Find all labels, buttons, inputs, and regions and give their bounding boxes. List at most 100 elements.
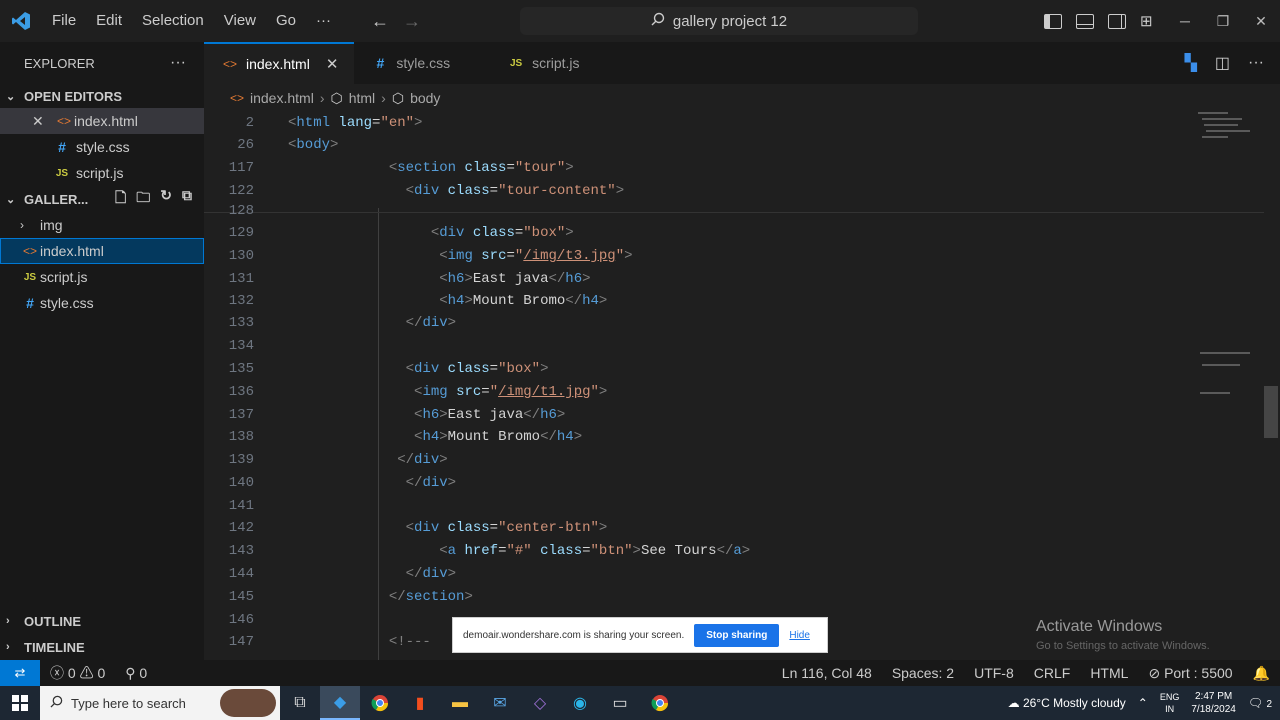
breadcrumb-file[interactable]: index.html	[250, 90, 314, 106]
js-file-icon: JS	[55, 167, 69, 179]
outline-header[interactable]: › OUTLINE	[0, 608, 204, 634]
code-line: 138 <h4>Mount Bromo</h4>	[228, 429, 583, 445]
menu-edit[interactable]: Edit	[86, 0, 132, 42]
problems-indicator[interactable]: ⓧ 0 ⚠ 0	[40, 663, 115, 683]
css-file-icon: #	[58, 139, 66, 155]
open-editors-header[interactable]: ⌄ OPEN EDITORS	[0, 84, 204, 108]
open-editor-item-style[interactable]: # style.css	[0, 134, 204, 160]
open-editor-item-index[interactable]: ✕ <> index.html	[0, 108, 204, 134]
code-line: 142 <div class="center-btn">	[228, 520, 608, 536]
tree-item-img[interactable]: › img	[0, 212, 204, 238]
broadcast-icon: ⊘	[1148, 664, 1161, 681]
search-icon	[50, 695, 63, 711]
css-file-icon: #	[376, 55, 385, 71]
tab-index-html[interactable]: <> index.html ✕	[204, 42, 355, 84]
taskbar-figma-icon[interactable]: ▮	[400, 686, 440, 720]
split-editor-icon[interactable]: ◫	[1215, 53, 1230, 73]
line-endings[interactable]: CRLF	[1024, 665, 1081, 681]
collapse-all-icon[interactable]: ⧉	[182, 187, 192, 211]
encoding[interactable]: UTF-8	[964, 665, 1024, 681]
more-actions-icon[interactable]: ···	[1248, 54, 1264, 72]
tree-item-index-html[interactable]: <> index.html	[0, 238, 204, 264]
tree-item-label: style.css	[40, 295, 94, 311]
html-file-icon: <>	[56, 114, 71, 128]
toggle-panel-icon[interactable]	[1076, 13, 1094, 29]
live-server-port[interactable]: ⊘ Port : 5500	[1138, 665, 1242, 682]
taskbar-vscode-icon[interactable]: ◆	[320, 686, 360, 720]
taskbar-explorer-icon[interactable]: ▬	[440, 686, 480, 720]
code-line: 2 <html lang="en">	[245, 115, 423, 131]
code-line: 26 <body>	[237, 137, 339, 153]
code-line: 130 <img src="/img/t3.jpg">	[228, 248, 633, 264]
toggle-secondary-sidebar-icon[interactable]	[1108, 13, 1126, 29]
code-line: 136 <img src="/img/t1.jpg">	[228, 384, 608, 400]
live-share-icon[interactable]: ▚	[1185, 53, 1197, 73]
taskbar-search[interactable]: Type here to search	[40, 686, 280, 720]
indentation[interactable]: Spaces: 2	[882, 665, 964, 681]
status-bar: ⇄ ⓧ 0 ⚠ 0 ⚲ 0 Ln 116, Col 48 Spaces: 2 U…	[0, 660, 1280, 686]
outline-label: OUTLINE	[24, 613, 82, 629]
timeline-header[interactable]: › TIMELINE	[0, 634, 204, 660]
taskbar-terminal-icon[interactable]: ▭	[600, 686, 640, 720]
restore-icon[interactable]: ❐	[1204, 13, 1242, 30]
notifications-bell-icon[interactable]: 🔔	[1243, 665, 1280, 682]
menu-more[interactable]: ···	[306, 0, 341, 42]
code-line: 144 </div>	[228, 566, 457, 582]
windows-start-icon[interactable]	[0, 695, 40, 711]
open-editors-label: OPEN EDITORS	[24, 88, 123, 104]
ports-indicator[interactable]: ⚲ 0	[115, 665, 157, 682]
taskbar-chrome-icon[interactable]	[360, 686, 400, 720]
scrollbar-thumb[interactable]	[1264, 386, 1278, 438]
close-window-icon[interactable]: ✕	[1242, 13, 1280, 30]
cursor-position[interactable]: Ln 116, Col 48	[772, 665, 882, 681]
new-file-icon[interactable]: 🗋	[115, 187, 126, 211]
notification-center-icon[interactable]: 🗨 2	[1248, 696, 1272, 710]
menu-view[interactable]: View	[214, 0, 266, 42]
close-icon[interactable]: ✕	[32, 113, 44, 130]
tab-script-js[interactable]: JS script.js	[490, 42, 596, 84]
breadcrumb-html[interactable]: html	[349, 90, 375, 106]
menu-selection[interactable]: Selection	[132, 0, 214, 42]
folder-header[interactable]: ⌄ GALLER... 🗋 🗀 ↻ ⧉	[0, 186, 204, 212]
breadcrumb-body[interactable]: body	[410, 90, 440, 106]
menu-file[interactable]: File	[42, 0, 86, 42]
code-line: 128	[228, 203, 254, 219]
hide-link[interactable]: Hide	[789, 630, 810, 641]
command-center[interactable]: gallery project 12	[520, 7, 918, 35]
css-file-icon: #	[26, 295, 34, 311]
toggle-primary-sidebar-icon[interactable]	[1044, 13, 1062, 29]
minimize-icon[interactable]: ─	[1166, 13, 1204, 29]
language-indicator[interactable]: ENG IN	[1160, 691, 1180, 715]
tab-style-css[interactable]: # style.css	[354, 42, 491, 84]
language-mode[interactable]: HTML	[1080, 665, 1138, 681]
weather-cloud-icon: ☁	[1007, 696, 1020, 710]
remote-indicator-icon[interactable]: ⇄	[0, 660, 40, 686]
screen-sharing-bar: demoair.wondershare.com is sharing your …	[452, 617, 828, 653]
taskbar-chrome-2-icon[interactable]	[640, 686, 680, 720]
tray-overflow-icon[interactable]: ⌃	[1138, 696, 1148, 710]
clock[interactable]: 2:47 PM 7/18/2024	[1191, 690, 1236, 716]
open-editor-item-script[interactable]: JS script.js	[0, 160, 204, 186]
close-icon[interactable]: ✕	[326, 55, 339, 73]
menu-go[interactable]: Go	[266, 0, 306, 42]
forward-arrow-icon[interactable]: →	[403, 11, 421, 32]
taskbar-edge-icon[interactable]: ◉	[560, 686, 600, 720]
taskbar-mail-icon[interactable]: ✉	[480, 686, 520, 720]
js-file-icon: JS	[23, 271, 37, 283]
taskbar-vs-icon[interactable]: ◇	[520, 686, 560, 720]
customize-layout-icon[interactable]: ⊞	[1140, 12, 1153, 30]
weather-widget[interactable]: ☁ 26°C Mostly cloudy	[1008, 696, 1126, 710]
code-editor[interactable]: 2 <html lang="en"> 26 <body> 117 <section …	[204, 112, 1280, 660]
back-arrow-icon[interactable]: ←	[371, 11, 389, 32]
task-view-icon[interactable]: ⧉	[280, 686, 320, 720]
stop-sharing-button[interactable]: Stop sharing	[694, 623, 780, 647]
tree-item-script-js[interactable]: JS script.js	[0, 264, 204, 290]
more-actions-icon[interactable]: ···	[170, 54, 186, 72]
code-line: 129 <div class="box">	[228, 225, 574, 241]
chevron-right-icon: ›	[20, 218, 24, 232]
new-folder-icon[interactable]: 🗀	[136, 187, 150, 211]
refresh-icon[interactable]: ↻	[160, 187, 172, 211]
code-line: 117 <section class="tour">	[228, 160, 574, 176]
tree-item-label: img	[40, 217, 63, 233]
tree-item-style-css[interactable]: # style.css	[0, 290, 204, 316]
